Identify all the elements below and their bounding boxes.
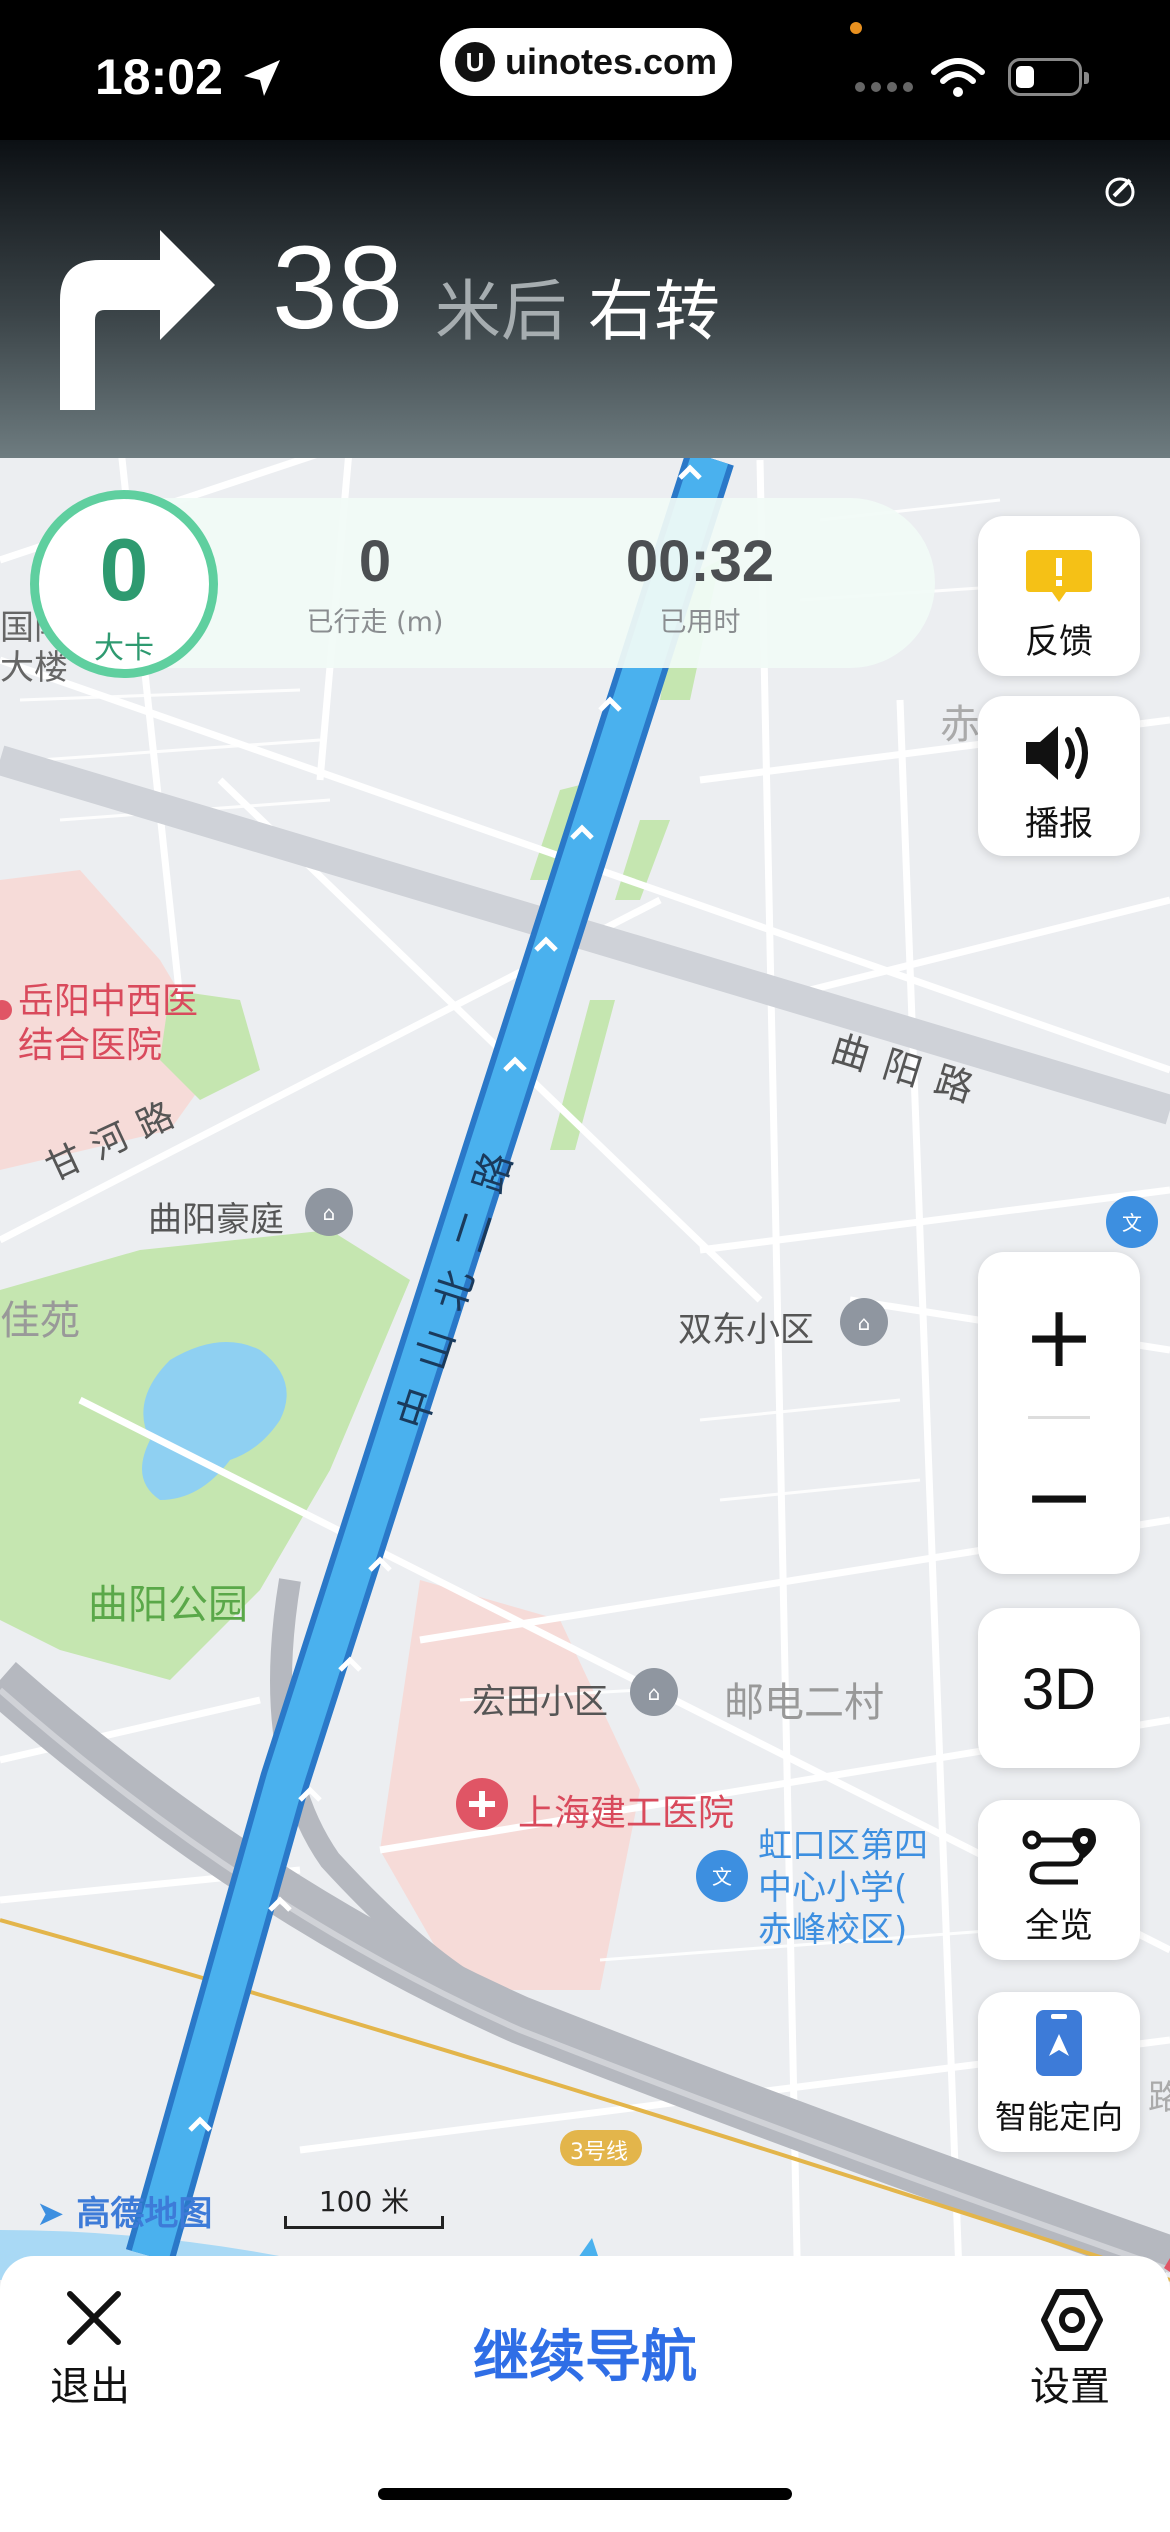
elapsed-stat: 00:32 已用时 [600, 530, 800, 639]
turn-direction: 右转 [588, 273, 720, 350]
distance-unit: 米后 [435, 273, 567, 350]
calorie-unit: 大卡 [94, 631, 154, 666]
map-label: 结合医院 [18, 1025, 163, 1066]
smart-orientation-label: 智能定向 [994, 2098, 1123, 2136]
map-label: 曲阳公园 [88, 1582, 248, 1628]
scale-line [284, 2216, 444, 2229]
svg-text:⌂: ⌂ [323, 1201, 336, 1225]
url-pill[interactable]: U uinotes.com [440, 28, 732, 96]
distance-value: 38 [272, 222, 404, 354]
status-time: 18:02 [95, 49, 223, 105]
broadcast-button[interactable]: 播报 [978, 696, 1140, 856]
walked-label: 已行走 (m) [306, 607, 444, 638]
zoom-in-button[interactable]: + [978, 1292, 1140, 1382]
metro-label: 3号线 [570, 2140, 628, 2165]
map-label: 上海建工医院 [518, 1793, 735, 1834]
3d-label: 3D [1021, 1657, 1097, 1722]
map-label: 曲阳豪庭 [148, 1200, 284, 1240]
svg-text:⌂: ⌂ [648, 1681, 661, 1705]
zoom-divider [1028, 1416, 1090, 1419]
gps-signal-icon [1105, 177, 1135, 207]
feedback-button[interactable]: 反馈 [978, 516, 1140, 676]
wifi-icon [931, 58, 985, 97]
home-indicator[interactable] [378, 2488, 792, 2500]
map-label: 赤峰校区) [758, 1910, 908, 1950]
broadcast-label: 播报 [1025, 804, 1093, 844]
logo-text: 高德地图 [76, 2194, 213, 2234]
site-logo-icon: U [454, 42, 495, 82]
zoom-control: + − [978, 1252, 1140, 1574]
elapsed-value: 00:32 [625, 529, 775, 594]
scale-label: 100 米 [318, 2185, 410, 2218]
scale-bar: 100 米 [284, 2180, 444, 2230]
elapsed-label: 已用时 [659, 607, 741, 638]
url-text: uinotes.com [504, 41, 718, 82]
settings-label[interactable]: 设置 [1030, 2354, 1110, 2412]
guidance-banner: 38 米后 右转 [0, 140, 1170, 458]
map-label: 佳苑 [0, 1298, 80, 1344]
phone-compass-icon [1036, 2010, 1082, 2076]
calorie-ring: 0 大卡 [30, 490, 218, 678]
route-overview-icon [1022, 1828, 1096, 1885]
map-label: 邮电二村 [724, 1680, 884, 1726]
speaker-icon [1026, 726, 1088, 780]
privacy-indicator [850, 22, 862, 34]
battery-icon [1008, 58, 1089, 96]
calorie-value: 0 [99, 520, 149, 619]
map-label: 路 [1148, 2078, 1170, 2118]
3d-mode-button[interactable]: 3D [978, 1608, 1140, 1768]
svg-text:⌂: ⌂ [858, 1311, 871, 1335]
amap-logo: ➤ 高德地图 [36, 2194, 213, 2234]
continue-navigation-button[interactable]: 继续导航 [0, 2312, 1170, 2393]
walked-stat: 0 已行走 (m) [290, 530, 460, 639]
feedback-label: 反馈 [1025, 622, 1093, 662]
map-label: 宏田小区 [472, 1682, 608, 1722]
gear-icon[interactable] [1038, 2286, 1106, 2354]
smart-orientation-button[interactable]: 智能定向 [978, 1992, 1140, 2152]
zoom-out-button[interactable]: − [978, 1452, 1140, 1542]
warning-icon [1026, 550, 1092, 602]
svg-text:文: 文 [1122, 1211, 1142, 1235]
location-arrow-icon [244, 60, 280, 96]
walked-value: 0 [358, 529, 392, 594]
overview-label: 全览 [1025, 1906, 1093, 1946]
map-label: 双东小区 [678, 1310, 814, 1350]
svg-text:文: 文 [712, 1865, 732, 1889]
cellular-signal-icon [855, 82, 913, 92]
turn-right-arrow-icon [60, 230, 215, 410]
overview-button[interactable]: 全览 [978, 1800, 1140, 1960]
status-bar: 18:02 U uinotes.com [0, 0, 1170, 140]
